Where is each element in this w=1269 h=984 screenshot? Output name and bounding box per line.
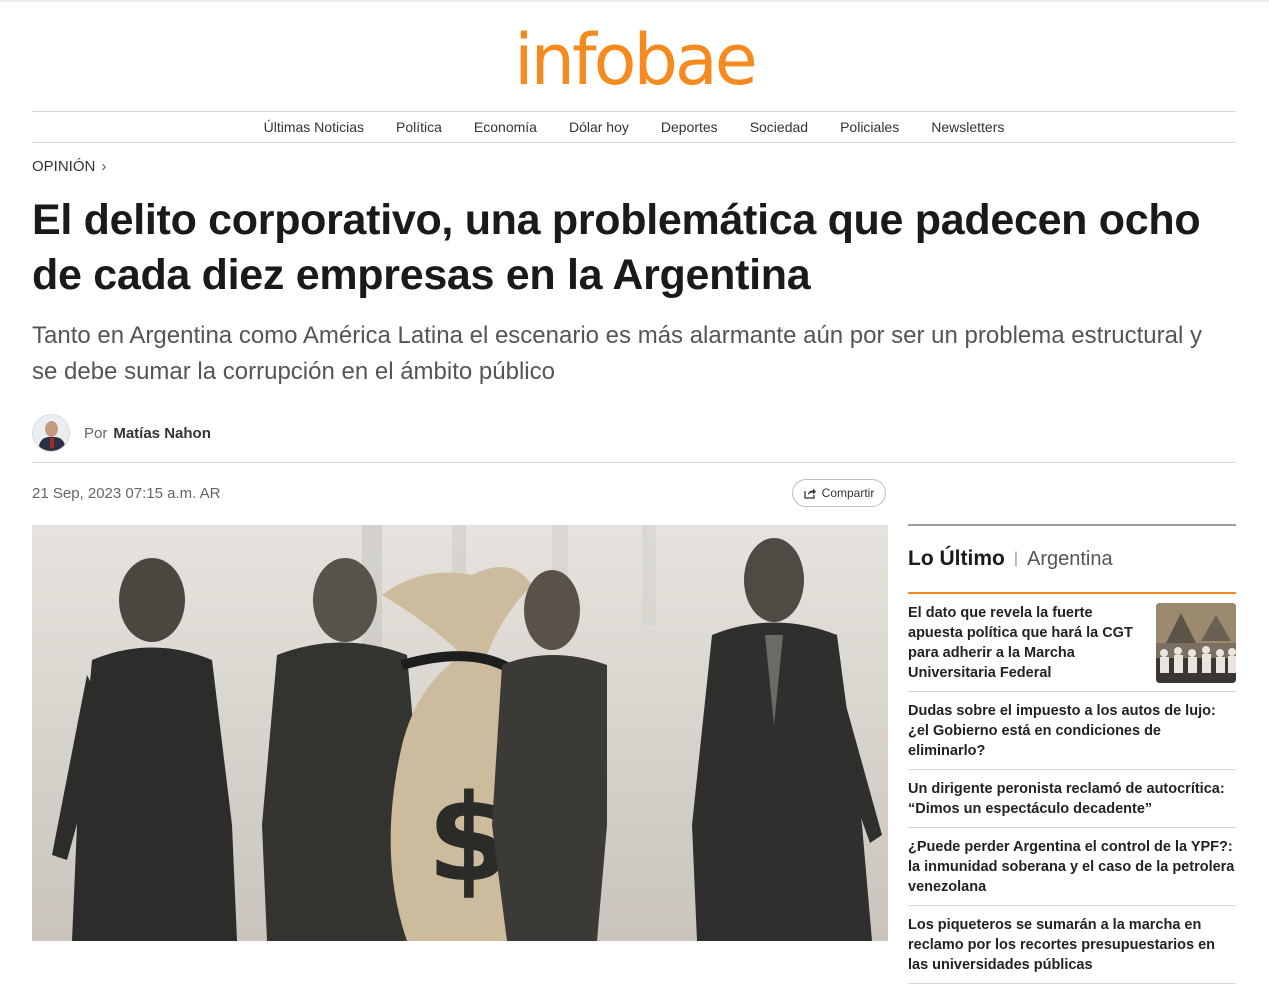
nav-item-deportes[interactable]: Deportes — [661, 119, 718, 135]
sidebar-header: Lo Último | Argentina — [908, 526, 1236, 594]
news-item-thumbnail[interactable] — [1156, 603, 1236, 683]
main-nav: Últimas Noticias Política Economía Dólar… — [32, 111, 1236, 143]
news-item-title[interactable]: Dudas sobre el impuesto a los autos de l… — [908, 701, 1236, 761]
share-icon — [804, 488, 816, 499]
author-name-link[interactable]: Matías Nahon — [113, 425, 211, 442]
top-border — [0, 0, 1269, 2]
news-item-title[interactable]: El dato que revela la fuerte apuesta pol… — [908, 603, 1144, 683]
share-button[interactable]: Compartir — [792, 479, 886, 507]
sidebar-subtitle[interactable]: Argentina — [1027, 548, 1113, 571]
byline-divider — [32, 462, 1236, 463]
nav-item-politica[interactable]: Política — [396, 119, 442, 135]
author-prefix: Por — [84, 424, 108, 442]
infobae-logo[interactable]: infobae — [0, 18, 1269, 102]
share-label: Compartir — [821, 486, 875, 500]
sidebar-title[interactable]: Lo Último — [908, 547, 1005, 571]
nav-item-policiales[interactable]: Policiales — [840, 119, 899, 135]
sidebar-header-separator: | — [1013, 550, 1018, 567]
nav-item-dolar-hoy[interactable]: Dólar hoy — [569, 119, 629, 135]
news-item[interactable]: Los piqueteros se sumarán a la marcha en… — [908, 906, 1236, 984]
author-byline: Por Matías Nahon — [32, 413, 211, 453]
nav-item-ultimas-noticias[interactable]: Últimas Noticias — [264, 119, 364, 135]
chevron-right-icon: › — [101, 158, 107, 175]
article-hero-image: $ — [32, 525, 888, 941]
publish-date: 21 Sep, 2023 07:15 a.m. AR — [32, 485, 221, 502]
author-avatar[interactable] — [32, 414, 70, 452]
news-item[interactable]: Un dirigente peronista reclamó de autocr… — [908, 770, 1236, 828]
news-item-title[interactable]: ¿Puede perder Argentina el control de la… — [908, 837, 1236, 897]
article-subtitle: Tanto en Argentina como América Latina e… — [32, 322, 1202, 385]
news-item[interactable]: ¿Puede perder Argentina el control de la… — [908, 828, 1236, 906]
news-item-title[interactable]: Los piqueteros se sumarán a la marcha en… — [908, 915, 1236, 975]
news-item[interactable]: Dudas sobre el impuesto a los autos de l… — [908, 692, 1236, 770]
latest-news-sidebar: Lo Último | Argentina El dato que revela… — [908, 524, 1236, 984]
latest-news-list: El dato que revela la fuerte apuesta pol… — [908, 594, 1236, 984]
article-headline: El delito corporativo, una problemática … — [32, 196, 1201, 299]
news-item[interactable]: El dato que revela la fuerte apuesta pol… — [908, 594, 1236, 692]
nav-item-sociedad[interactable]: Sociedad — [750, 119, 808, 135]
nav-item-economia[interactable]: Economía — [474, 119, 537, 135]
section-label: OPINIÓN — [32, 158, 96, 175]
news-item-title[interactable]: Un dirigente peronista reclamó de autocr… — [908, 779, 1236, 819]
section-link-opinion[interactable]: OPINIÓN › — [32, 158, 106, 175]
nav-item-newsletters[interactable]: Newsletters — [931, 119, 1004, 135]
